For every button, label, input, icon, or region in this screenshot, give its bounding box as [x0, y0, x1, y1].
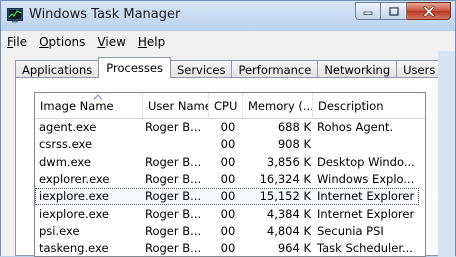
column-header-memory[interactable]: Memory (...: [243, 93, 313, 118]
column-header-user-name[interactable]: User Name: [143, 93, 209, 118]
cell-memory: 964 K: [277, 241, 311, 256]
column-header-row: Image Name User Name CPU Memory (... Des…: [35, 93, 425, 119]
process-list[interactable]: Image Name User Name CPU Memory (... Des…: [34, 92, 426, 257]
cell-description: Internet Explorer: [317, 206, 415, 221]
menu-view[interactable]: View: [91, 35, 131, 49]
cell-description: Rohos Agent.: [317, 120, 394, 134]
cell-image-name: iexplore.exe: [39, 206, 110, 221]
cell-description: Internet Explorer: [317, 189, 415, 204]
cell-user-name: Roger B...: [145, 189, 202, 204]
cell-image-name: csrss.exe: [39, 137, 93, 152]
table-row[interactable]: taskeng.exe Roger B... 00 964 K Task Schedul…: [35, 240, 425, 256]
cell-image-name: iexplore.exe: [39, 189, 110, 204]
cell-description: Windows Explo...: [317, 171, 415, 186]
cell-description: Task Scheduler...: [317, 241, 413, 256]
tab-applications[interactable]: Applications: [15, 60, 100, 78]
cell-image-name: psi.exe: [39, 223, 80, 238]
cell-memory: 688 K: [277, 120, 311, 134]
cell-description: [317, 136, 421, 153]
cell-cpu: 00: [220, 120, 236, 134]
cell-image-name: dwm.exe: [39, 154, 91, 169]
column-header-description[interactable]: Description: [313, 93, 425, 118]
table-row[interactable]: explorer.exe Roger B... 00 16,324 K Windows …: [35, 171, 425, 188]
cell-user-name: [145, 136, 209, 153]
tab-users[interactable]: Users: [396, 60, 443, 78]
cell-cpu: 00: [220, 206, 236, 221]
main-content: Applications Processes Services Performa…: [1, 51, 455, 257]
maximize-icon: [388, 6, 399, 16]
menu-file[interactable]: File: [1, 35, 33, 49]
task-manager-icon: [7, 8, 23, 23]
table-row[interactable]: iexplore.exe Roger B... 00 4,384 K Internet …: [35, 206, 425, 223]
cell-memory: 16,324 K: [259, 171, 311, 186]
table-row[interactable]: csrss.exe 00 908 K: [35, 136, 425, 153]
maximize-button[interactable]: [381, 2, 407, 20]
minimize-icon: [363, 11, 373, 15]
cell-memory: 15,152 K: [259, 189, 311, 204]
cell-cpu: 00: [220, 154, 236, 169]
cell-cpu: 00: [220, 223, 236, 238]
column-header-cpu[interactable]: CPU: [209, 93, 243, 118]
cell-cpu: 00: [220, 189, 236, 204]
tab-strip: Applications Processes Services Performa…: [15, 57, 443, 78]
cell-description: Desktop Windo...: [317, 154, 415, 169]
tab-services[interactable]: Services: [169, 60, 233, 78]
menu-bar: File Options View Help: [1, 31, 455, 52]
cell-cpu: 00: [220, 137, 236, 152]
cell-user-name: Roger B...: [145, 154, 202, 169]
cell-user-name: Roger B...: [145, 241, 202, 256]
column-header-image-name[interactable]: Image Name: [35, 93, 143, 118]
cell-image-name: agent.exe: [39, 120, 97, 134]
tab-networking[interactable]: Networking: [317, 60, 398, 78]
minimize-button[interactable]: [355, 2, 381, 20]
window-resize-edge: [438, 51, 455, 257]
task-manager-window: Windows Task Manager File Options View H…: [0, 0, 456, 257]
cell-user-name: Roger B...: [145, 120, 202, 134]
cell-memory: 908 K: [277, 137, 311, 152]
table-row[interactable]: dwm.exe Roger B... 00 3,856 K Desktop Windo.…: [35, 154, 425, 171]
cell-memory: 3,856 K: [266, 154, 311, 169]
cell-user-name: Roger B...: [145, 206, 202, 221]
table-row[interactable]: iexplore.exe Roger B... 00 15,152 K Internet…: [35, 188, 425, 206]
cell-image-name: taskeng.exe: [39, 241, 109, 256]
table-row[interactable]: psi.exe Roger B... 00 4,804 K Secunia PSI: [35, 223, 425, 240]
menu-options[interactable]: Options: [33, 35, 91, 49]
processes-panel: Image Name User Name CPU Memory (... Des…: [15, 77, 455, 257]
close-button[interactable]: [407, 2, 451, 20]
cell-user-name: Roger B...: [145, 223, 202, 238]
cell-description: Secunia PSI: [317, 223, 384, 238]
table-row[interactable]: agent.exe Roger B... 00 688 K Rohos Agent.: [35, 119, 425, 136]
cell-cpu: 00: [220, 171, 236, 186]
close-icon: [423, 5, 434, 17]
menu-help[interactable]: Help: [132, 35, 171, 49]
cell-cpu: 00: [220, 241, 236, 256]
cell-image-name: explorer.exe: [39, 171, 110, 186]
cell-memory: 4,384 K: [266, 206, 311, 221]
window-title: Windows Task Manager: [29, 7, 181, 22]
tab-processes[interactable]: Processes: [98, 57, 171, 78]
title-bar[interactable]: Windows Task Manager: [1, 1, 455, 31]
cell-memory: 4,804 K: [266, 223, 311, 238]
tab-performance[interactable]: Performance: [231, 60, 319, 78]
caption-buttons: [355, 2, 451, 20]
cell-user-name: Roger B...: [145, 171, 202, 186]
